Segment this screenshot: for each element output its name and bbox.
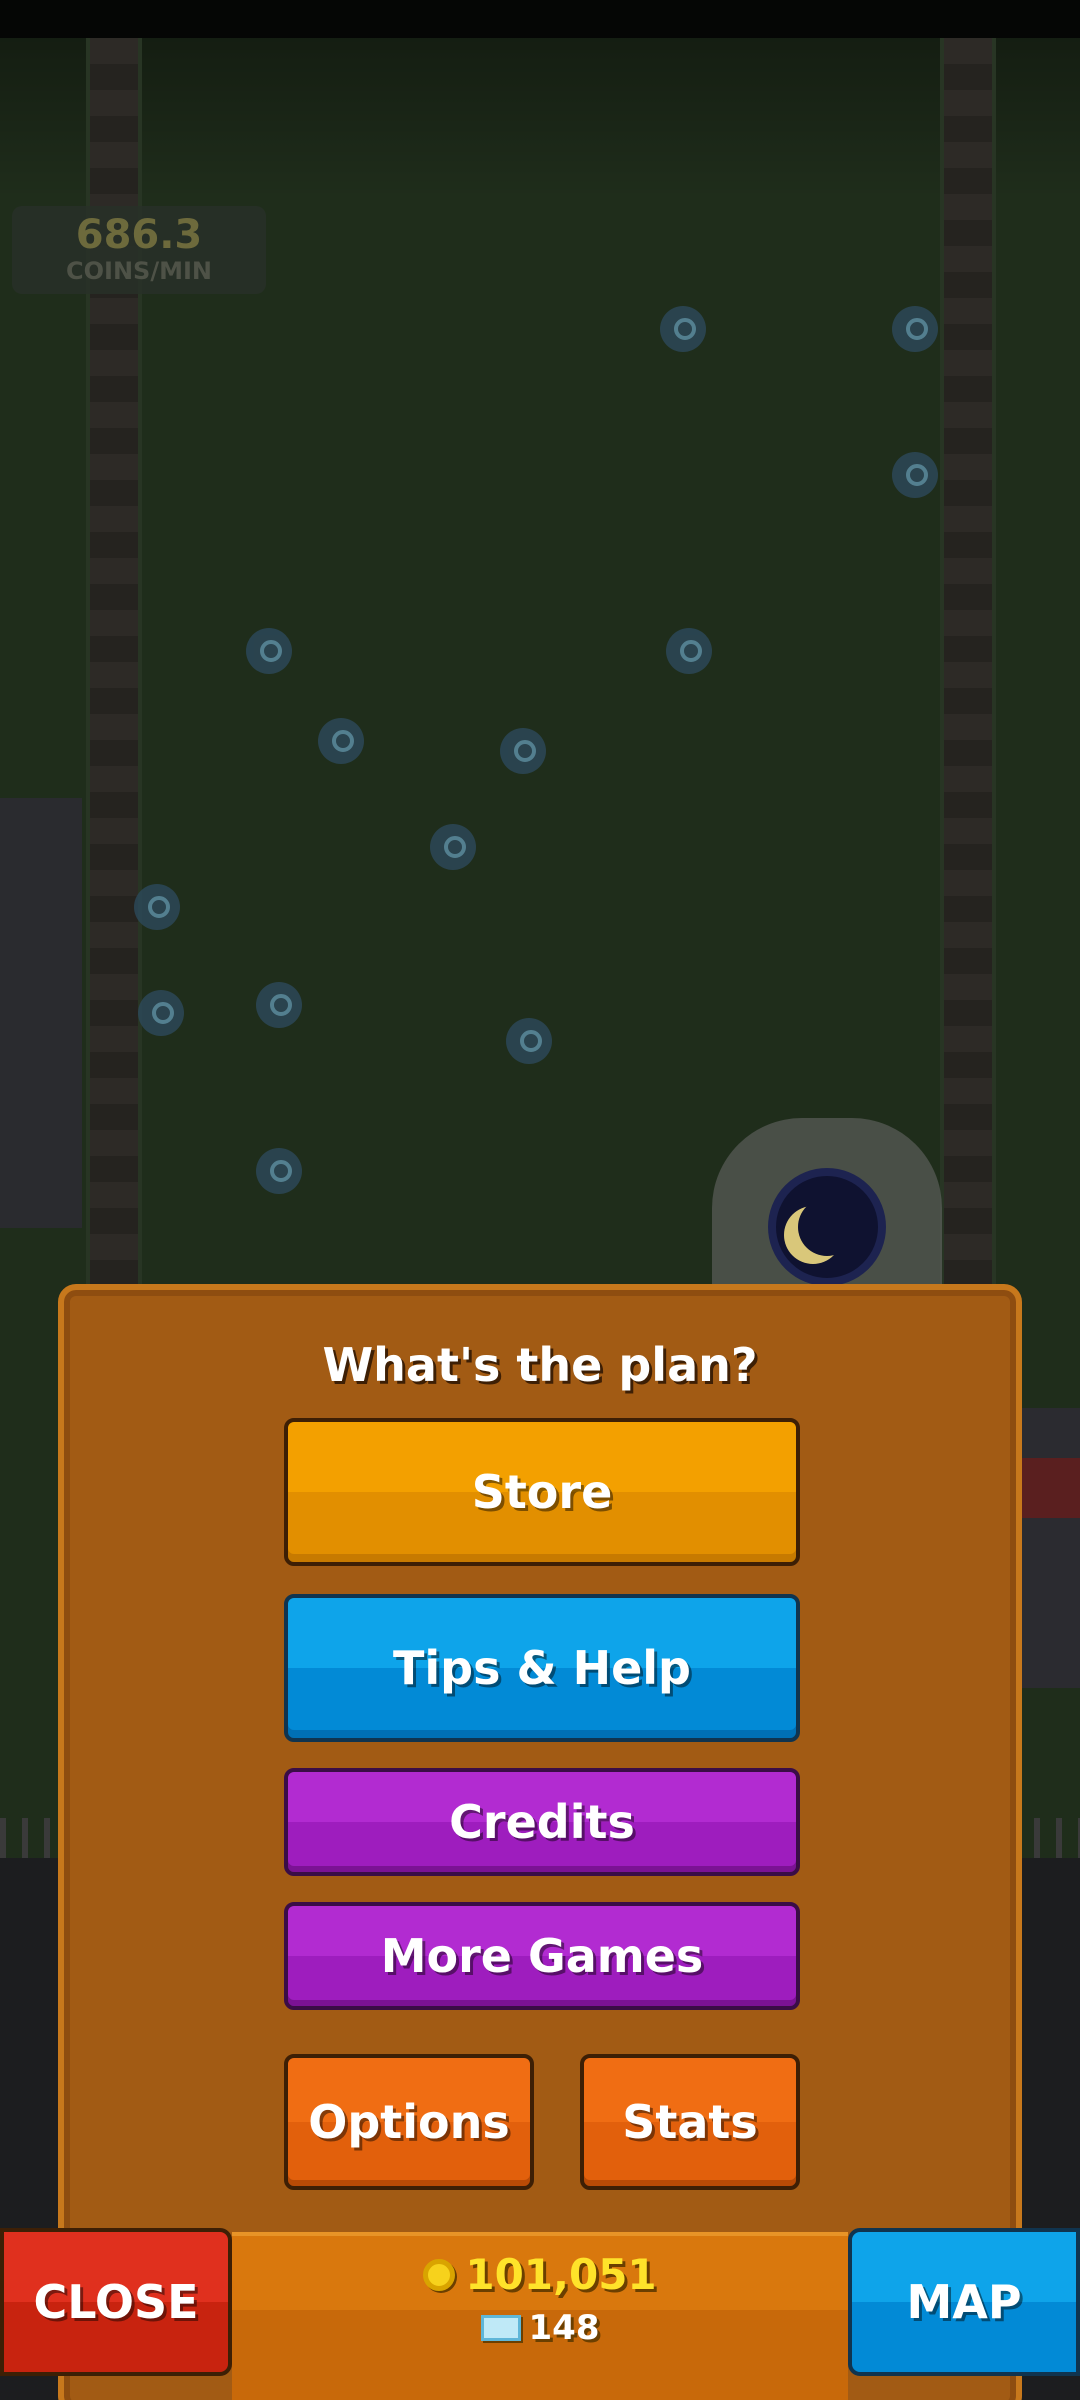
right-path [940, 38, 996, 1338]
right-wall [1020, 1408, 1080, 1688]
ghost-sprite [138, 990, 184, 1036]
ghost-sprite [318, 718, 364, 764]
coins-per-min-badge: 686.3 COINS/MIN [12, 206, 266, 294]
coin-icon [423, 2258, 456, 2291]
stats-button[interactable]: Stats [580, 2054, 800, 2190]
ghost-sprite [660, 306, 706, 352]
coins-per-min-label: COINS/MIN [66, 257, 212, 285]
gem-balance: 148 [232, 2308, 848, 2348]
game-screen: 686.3 COINS/MIN What's the plan? Store T… [0, 0, 1080, 2400]
close-button[interactable]: CLOSE [0, 2228, 232, 2376]
wallet: 101,051 148 [232, 2232, 848, 2400]
ghost-sprite [134, 884, 180, 930]
ghost-sprite [256, 1148, 302, 1194]
ghost-sprite [430, 824, 476, 870]
ghost-sprite [666, 628, 712, 674]
status-bar [0, 0, 1080, 38]
ghost-sprite [256, 982, 302, 1028]
side-building [0, 798, 82, 1228]
ghost-sprite [892, 452, 938, 498]
options-button[interactable]: Options [284, 2054, 534, 2190]
coin-balance: 101,051 [232, 2250, 848, 2299]
tips-help-button[interactable]: Tips & Help [284, 1594, 800, 1742]
gems-value: 148 [528, 2308, 600, 2348]
store-button[interactable]: Store [284, 1418, 800, 1566]
moon-icon [798, 1198, 856, 1256]
more-games-button[interactable]: More Games [284, 1902, 800, 2010]
map-button[interactable]: MAP [848, 2228, 1080, 2376]
ghost-sprite [506, 1018, 552, 1064]
gem-icon [480, 2315, 521, 2341]
wall-sign [1020, 1458, 1080, 1518]
bottom-bar: 101,051 148 CLOSE MAP [0, 2228, 1080, 2400]
ghost-sprite [246, 628, 292, 674]
ghost-sprite [500, 728, 546, 774]
coins-per-min-value: 686.3 [75, 212, 203, 258]
credits-button[interactable]: Credits [284, 1768, 800, 1876]
moon-clock-icon[interactable] [768, 1168, 886, 1286]
ghost-sprite [892, 306, 938, 352]
menu-title: What's the plan? [322, 1338, 758, 1392]
coins-value: 101,051 [465, 2250, 657, 2299]
